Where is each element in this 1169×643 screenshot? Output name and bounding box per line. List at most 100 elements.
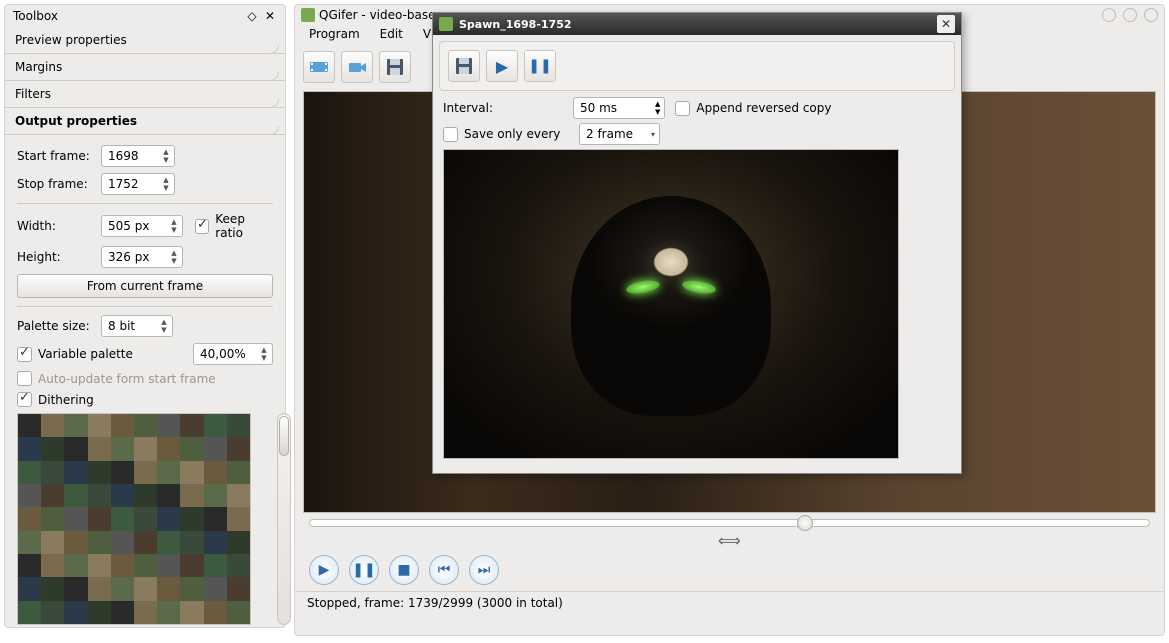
spin-up-icon[interactable]: ▲: [258, 346, 270, 354]
gif-preview: [443, 149, 899, 459]
interval-label: Interval:: [443, 101, 563, 115]
dialog-toolbar: ▶ ❚❚: [439, 41, 955, 91]
dialog-pause-button[interactable]: ❚❚: [524, 50, 556, 82]
floppy-icon: [384, 56, 406, 78]
stop-frame-input[interactable]: [108, 177, 158, 191]
start-frame-spinbox[interactable]: ▲▼: [101, 145, 175, 167]
palette-preview: [17, 413, 251, 625]
variable-palette-pct-spinbox[interactable]: ▲▼: [193, 343, 273, 365]
spin-down-icon[interactable]: ▼: [160, 156, 172, 164]
append-reversed-checkbox[interactable]: [675, 101, 690, 116]
stop-frame-spinbox[interactable]: ▲▼: [101, 173, 175, 195]
spin-down-icon[interactable]: ▼: [168, 257, 180, 265]
spin-down-icon[interactable]: ▼: [158, 326, 170, 334]
play-icon: ▶: [496, 57, 508, 76]
interval-spinbox[interactable]: 50 ms ▲▼: [573, 97, 665, 119]
palette-size-label: Palette size:: [17, 319, 95, 333]
status-text: Stopped, frame: 1739/2999 (3000 in total…: [307, 596, 563, 610]
scrollbar-thumb[interactable]: [279, 416, 289, 456]
start-frame-input[interactable]: [108, 149, 158, 163]
toolbox-title: Toolbox: [13, 9, 241, 23]
record-button[interactable]: [341, 51, 373, 83]
height-label: Height:: [17, 250, 95, 264]
save-only-every-checkbox[interactable]: [443, 127, 458, 142]
height-spinbox[interactable]: ▲▼: [101, 246, 183, 268]
main-title: QGifer - video-base…: [319, 8, 448, 22]
seek-thumb[interactable]: [797, 515, 813, 531]
spin-down-icon[interactable]: ▼: [160, 184, 172, 192]
next-frame-button[interactable]: ⏭: [469, 555, 499, 585]
prev-frame-button[interactable]: ⏮: [429, 555, 459, 585]
maximize-icon[interactable]: [1123, 8, 1137, 22]
palette-size-input[interactable]: [108, 319, 156, 333]
stop-frame-label: Stop frame:: [17, 177, 95, 191]
interval-value: 50 ms: [580, 101, 617, 115]
dialog-title: Spawn_1698-1752: [459, 18, 931, 31]
auto-update-checkbox: [17, 371, 32, 386]
keep-ratio-label: Keep ratio: [215, 212, 273, 240]
spin-up-icon[interactable]: ▲: [160, 148, 172, 156]
app-icon: [301, 8, 315, 22]
pause-button[interactable]: ❚❚: [349, 555, 379, 585]
dialog-titlebar[interactable]: Spawn_1698-1752 ✕: [433, 13, 961, 35]
dialog-save-button[interactable]: [448, 50, 480, 82]
undock-icon[interactable]: ◇: [245, 9, 259, 23]
height-input[interactable]: [108, 250, 166, 264]
app-icon: [439, 17, 453, 31]
width-input[interactable]: [108, 219, 166, 233]
status-bar: Stopped, frame: 1739/2999 (3000 in total…: [295, 591, 1164, 614]
spin-down-icon[interactable]: ▼: [258, 354, 270, 362]
output-properties-body: Start frame: ▲▼ Stop frame: ▲▼ Width: ▲▼…: [5, 135, 285, 635]
section-preview-properties[interactable]: Preview properties: [5, 27, 285, 54]
preview-dialog: Spawn_1698-1752 ✕ ▶ ❚❚ Interval: 50 ms ▲…: [432, 12, 962, 474]
palette-size-spinbox[interactable]: ▲▼: [101, 315, 173, 337]
start-frame-label: Start frame:: [17, 149, 95, 163]
dithering-checkbox[interactable]: [17, 392, 32, 407]
section-filters[interactable]: Filters: [5, 81, 285, 108]
section-label: Filters: [15, 87, 51, 101]
append-reversed-label: Append reversed copy: [696, 101, 831, 115]
spin-up-icon[interactable]: ▲: [168, 218, 180, 226]
floppy-icon: [453, 55, 475, 77]
button-label: From current frame: [87, 279, 203, 293]
close-icon[interactable]: ✕: [263, 9, 277, 23]
seek-slider[interactable]: [309, 519, 1150, 527]
pause-icon: ❚❚: [528, 58, 551, 74]
spin-down-icon[interactable]: ▼: [655, 108, 660, 116]
save-button[interactable]: [379, 51, 411, 83]
play-button[interactable]: ▶: [309, 555, 339, 585]
spin-up-icon[interactable]: ▲: [158, 318, 170, 326]
spin-up-icon[interactable]: ▲: [168, 249, 180, 257]
variable-palette-checkbox[interactable]: [17, 347, 32, 362]
range-handle-icon[interactable]: ⟺: [718, 531, 741, 550]
width-spinbox[interactable]: ▲▼: [101, 215, 183, 237]
section-label: Preview properties: [15, 33, 127, 47]
chevron-down-icon: ▾: [651, 130, 655, 139]
toolbox-panel: Toolbox ◇ ✕ Preview properties Margins F…: [4, 4, 286, 628]
palette-scrollbar[interactable]: [277, 413, 291, 625]
dialog-close-button[interactable]: ✕: [937, 15, 955, 33]
open-video-button[interactable]: [303, 51, 335, 83]
section-output-properties[interactable]: Output properties: [5, 108, 285, 135]
close-icon[interactable]: [1144, 8, 1158, 22]
keep-ratio-checkbox[interactable]: [195, 219, 209, 234]
dithering-label: Dithering: [38, 393, 94, 407]
menu-program[interactable]: Program: [301, 25, 368, 43]
toolbox-titlebar: Toolbox ◇ ✕: [5, 5, 285, 27]
section-margins[interactable]: Margins: [5, 54, 285, 81]
dialog-play-button[interactable]: ▶: [486, 50, 518, 82]
playback-controls: ▶ ❚❚ ■ ⏮ ⏭: [295, 549, 1164, 591]
width-label: Width:: [17, 219, 95, 233]
spin-down-icon[interactable]: ▼: [168, 226, 180, 234]
menu-edit[interactable]: Edit: [372, 25, 411, 43]
variable-palette-label: Variable palette: [38, 347, 133, 361]
save-only-every-value: 2 frame: [586, 127, 633, 141]
from-current-frame-button[interactable]: From current frame: [17, 274, 273, 298]
minimize-icon[interactable]: [1102, 8, 1116, 22]
variable-palette-pct-input[interactable]: [200, 347, 256, 361]
preview-figure: [571, 196, 771, 416]
spin-up-icon[interactable]: ▲: [655, 100, 660, 108]
spin-up-icon[interactable]: ▲: [160, 176, 172, 184]
stop-button[interactable]: ■: [389, 555, 419, 585]
save-only-every-select[interactable]: 2 frame ▾: [579, 123, 660, 145]
